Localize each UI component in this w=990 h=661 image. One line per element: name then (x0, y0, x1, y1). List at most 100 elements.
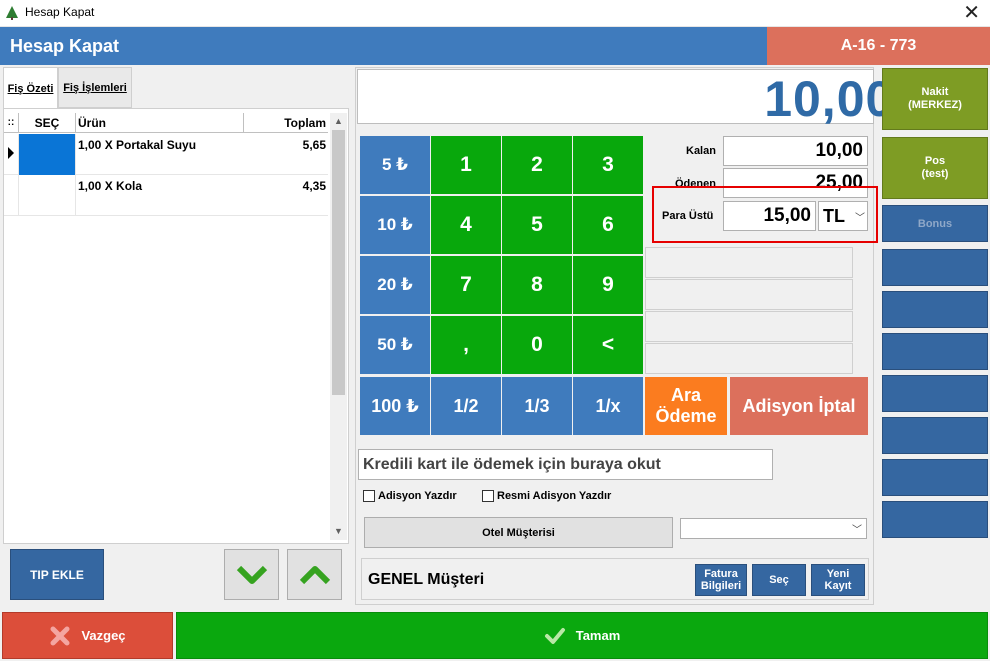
quick-100-button[interactable]: 100 ₺ (360, 377, 430, 435)
window-title: Hesap Kapat (25, 5, 95, 19)
fraction-half-button[interactable]: 1/2 (431, 377, 501, 435)
key-comma-button[interactable]: , (431, 316, 501, 374)
bonus-button[interactable]: Bonus (882, 205, 988, 242)
row-product: 1,00 X Kola (78, 179, 143, 193)
key-0-button[interactable]: 0 (502, 316, 572, 374)
ara-odeme-label-1: Ara (670, 385, 701, 405)
adisyon-iptal-button[interactable]: Adisyon İptal (730, 377, 868, 435)
chevron-down-icon (236, 565, 267, 584)
kalan-label: Kalan (686, 145, 716, 157)
key-6-button[interactable]: 6 (573, 196, 643, 254)
chevron-down-icon: ﹀ (852, 525, 862, 536)
resmi-adisyon-label: Resmi Adisyon Yazdır (497, 490, 612, 502)
key-8-button[interactable]: 8 (502, 256, 572, 314)
payment-slot-button[interactable] (882, 249, 988, 286)
sec-button[interactable]: Seç (752, 564, 806, 596)
card-scan-input[interactable] (358, 449, 773, 480)
fatura-label-2: Bilgileri (700, 580, 742, 592)
title-bar (0, 0, 990, 27)
kalan-value: 10,00 (723, 136, 868, 166)
tab-label: Fiş Özeti (7, 82, 54, 95)
quick-50-button[interactable]: 50 ₺ (360, 316, 430, 374)
row-product: 1,00 X Portakal Suyu (78, 138, 197, 152)
pos-test-button[interactable]: Pos (test) (882, 137, 988, 199)
tamam-button[interactable]: Tamam (176, 612, 988, 659)
adisyon-yazdir-label: Adisyon Yazdır (378, 490, 457, 502)
yeni-label-2: Kayıt (824, 580, 852, 592)
adisyon-yazdir-checkbox[interactable] (363, 490, 375, 502)
scroll-up-icon[interactable]: ▲ (330, 113, 347, 130)
payment-line (645, 279, 853, 310)
tamam-label: Tamam (575, 628, 621, 643)
table-row[interactable]: 1,00 X Portakal Suyu 5,65 (4, 134, 328, 175)
pos-label-1: Pos (924, 155, 946, 167)
row-total: 4,35 (302, 179, 326, 193)
tip-ekle-button[interactable]: TIP EKLE (10, 549, 104, 600)
column-toplam[interactable]: Toplam (244, 113, 328, 133)
otel-musterisi-button[interactable]: Otel Müşterisi (364, 517, 673, 548)
payment-slot-button[interactable] (882, 459, 988, 496)
key-2-button[interactable]: 2 (502, 136, 572, 194)
key-3-button[interactable]: 3 (573, 136, 643, 194)
nakit-merkez-button[interactable]: Nakit (MERKEZ) (882, 68, 988, 130)
ara-odeme-button[interactable]: Ara Ödeme (645, 377, 727, 435)
column-sec[interactable]: SEÇ (19, 113, 76, 133)
grid-header: :: SEÇ Ürün Toplam (4, 113, 328, 133)
payment-slot-button[interactable] (882, 375, 988, 412)
move-up-button[interactable] (287, 549, 342, 600)
payment-slot-button[interactable] (882, 417, 988, 454)
tab-label: Fiş İşlemleri (63, 81, 127, 94)
yeni-label-1: Yeni (826, 568, 850, 580)
key-backspace-button[interactable]: < (573, 316, 643, 374)
check-mark-icon (544, 627, 565, 644)
column-handle: :: (4, 113, 19, 133)
row-select-cell[interactable] (19, 134, 76, 175)
resmi-adisyon-checkbox[interactable] (482, 490, 494, 502)
yeni-kayit-button[interactable]: Yeni Kayıt (811, 564, 865, 596)
highlight-frame (652, 186, 878, 243)
quick-10-button[interactable]: 10 ₺ (360, 196, 430, 254)
payment-line (645, 247, 853, 278)
key-1-button[interactable]: 1 (431, 136, 501, 194)
page-title: Hesap Kapat (10, 36, 120, 56)
row-total: 5,65 (302, 138, 326, 152)
close-icon[interactable]: ✕ (963, 2, 980, 24)
row-indicator (4, 175, 19, 216)
key-9-button[interactable]: 9 (573, 256, 643, 314)
key-5-button[interactable]: 5 (502, 196, 572, 254)
quick-20-button[interactable]: 20 ₺ (360, 256, 430, 314)
row-select-cell[interactable] (19, 175, 76, 216)
payment-slot-button[interactable] (882, 291, 988, 328)
pos-label-2: (test) (921, 168, 949, 180)
fraction-x-button[interactable]: 1/x (573, 377, 643, 435)
table-row[interactable]: 1,00 X Kola 4,35 (4, 175, 328, 216)
ara-odeme-label-2: Ödeme (655, 406, 717, 426)
fatura-label-1: Fatura (704, 568, 738, 580)
payment-line (645, 343, 853, 374)
otel-select[interactable] (680, 518, 867, 539)
move-down-button[interactable] (224, 549, 279, 600)
payment-line (645, 311, 853, 342)
payment-slot-button[interactable] (882, 333, 988, 370)
tab-fis-islemleri[interactable]: Fiş İşlemleri (58, 67, 132, 108)
chevron-up-icon (299, 565, 330, 584)
quick-5-button[interactable]: 5 ₺ (360, 136, 430, 194)
vazgec-label: Vazgeç (81, 628, 126, 643)
current-row-arrow-icon (8, 147, 14, 159)
key-4-button[interactable]: 4 (431, 196, 501, 254)
column-urun[interactable]: Ürün (76, 113, 244, 133)
fraction-third-button[interactable]: 1/3 (502, 377, 572, 435)
payment-slot-button[interactable] (882, 501, 988, 538)
nakit-label-1: Nakit (921, 86, 949, 98)
tab-fis-ozeti[interactable]: Fiş Özeti (3, 67, 58, 109)
key-7-button[interactable]: 7 (431, 256, 501, 314)
app-tree-icon (6, 6, 18, 20)
fatura-bilgileri-button[interactable]: Fatura Bilgileri (695, 564, 747, 596)
table-code: A-16 - 773 (767, 27, 990, 65)
scroll-down-icon[interactable]: ▼ (330, 523, 347, 540)
vazgec-button[interactable]: Vazgeç (2, 612, 173, 659)
x-mark-icon (50, 626, 70, 645)
scroll-thumb[interactable] (332, 130, 345, 395)
customer-name: GENEL Müşteri (368, 571, 485, 588)
nakit-label-2: (MERKEZ) (908, 99, 962, 111)
